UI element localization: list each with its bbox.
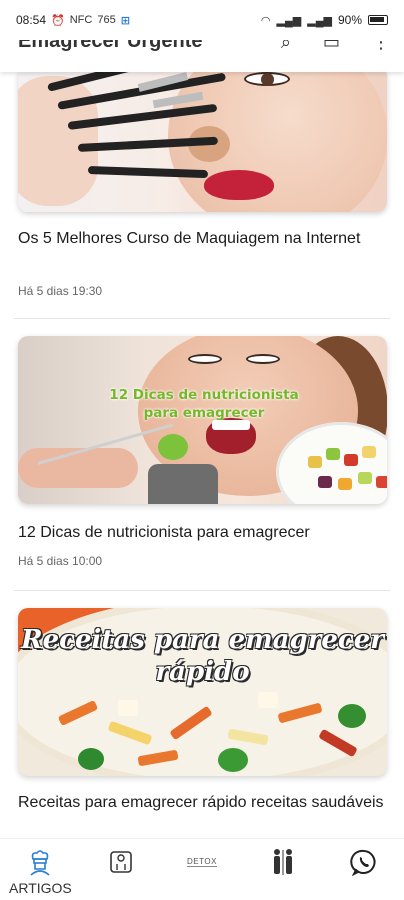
network-speed: 765 bbox=[97, 14, 116, 26]
wifi-icon: ◠ bbox=[260, 14, 271, 27]
article-feed[interactable]: Os 5 Melhores Curso de Maquiagem na Inte… bbox=[0, 72, 404, 838]
status-bar: 08:54 ⏰ NFC 765 ⊞ ◠ ▂▄▆ ▂▄▆ 90% bbox=[0, 0, 404, 40]
divider bbox=[14, 318, 390, 319]
cheese-piece bbox=[118, 700, 138, 716]
battery-icon bbox=[368, 15, 388, 25]
fruit-piece bbox=[376, 476, 387, 488]
alarm-icon: ⏰ bbox=[51, 14, 65, 27]
cheese-piece bbox=[258, 692, 278, 708]
fruit-piece bbox=[326, 448, 340, 460]
article-title[interactable]: 12 Dicas de nutricionista para emagrecer bbox=[18, 522, 388, 544]
whatsapp-icon bbox=[347, 847, 381, 877]
signal-icon: ▂▄▆ bbox=[276, 14, 302, 27]
fruit-piece bbox=[338, 478, 352, 490]
nav-item-detox[interactable]: DETOX bbox=[162, 839, 243, 877]
battery-percent: 90% bbox=[337, 13, 362, 27]
shirt-shape bbox=[148, 464, 218, 504]
fruit-piece bbox=[308, 456, 322, 468]
article-image-nutrition[interactable]: 12 Dicas de nutricionista para emagrecer bbox=[18, 336, 387, 504]
body-compare-icon bbox=[266, 847, 300, 877]
broccoli-shape bbox=[158, 434, 188, 460]
article-title[interactable]: Os 5 Melhores Curso de Maquiagem na Inte… bbox=[18, 228, 388, 250]
nav-item-body[interactable] bbox=[242, 839, 323, 877]
scale-icon bbox=[104, 847, 138, 877]
nfc-label: NFC bbox=[69, 14, 93, 26]
fruit-piece bbox=[362, 446, 376, 458]
eye-shape bbox=[188, 354, 222, 364]
broccoli-piece bbox=[78, 748, 104, 770]
signal-icon-2: ▂▄▆ bbox=[307, 14, 332, 27]
chef-icon bbox=[23, 847, 57, 877]
image-overlay-text: Receitas para emagrecer rápido bbox=[21, 625, 384, 687]
eye-shape bbox=[246, 354, 280, 364]
eye-shape bbox=[244, 72, 290, 86]
fruit-piece bbox=[344, 454, 358, 466]
arm-shape bbox=[18, 448, 138, 488]
broccoli-piece bbox=[338, 704, 366, 728]
article-image-makeup[interactable] bbox=[18, 72, 387, 212]
nav-item-scale[interactable] bbox=[81, 839, 162, 877]
detox-icon-text: DETOX bbox=[187, 857, 217, 867]
detox-icon: DETOX bbox=[185, 847, 219, 877]
broccoli-piece bbox=[218, 748, 248, 772]
app-notification-icon: ⊞ bbox=[120, 14, 130, 27]
article-date: Há 5 dias 10:00 bbox=[18, 554, 103, 568]
article-date: Há 5 dias 19:30 bbox=[18, 284, 103, 298]
nav-item-whatsapp[interactable] bbox=[323, 839, 404, 877]
nav-item-artigos[interactable]: ARTIGOS bbox=[0, 839, 81, 896]
bottom-navigation: ARTIGOS DETOX bbox=[0, 838, 404, 900]
image-overlay-text: 12 Dicas de nutricionista para emagrecer bbox=[109, 387, 299, 421]
divider bbox=[14, 590, 390, 591]
fruit-piece bbox=[318, 476, 332, 488]
article-image-pasta[interactable]: Receitas para emagrecer rápido bbox=[18, 608, 387, 776]
lips-shape bbox=[204, 170, 274, 200]
status-time: 08:54 bbox=[16, 13, 47, 27]
hand-shape bbox=[18, 76, 98, 206]
nav-label-artigos: ARTIGOS bbox=[9, 880, 72, 896]
fruit-piece bbox=[358, 472, 372, 484]
article-title[interactable]: Receitas para emagrecer rápido receitas … bbox=[18, 792, 388, 814]
